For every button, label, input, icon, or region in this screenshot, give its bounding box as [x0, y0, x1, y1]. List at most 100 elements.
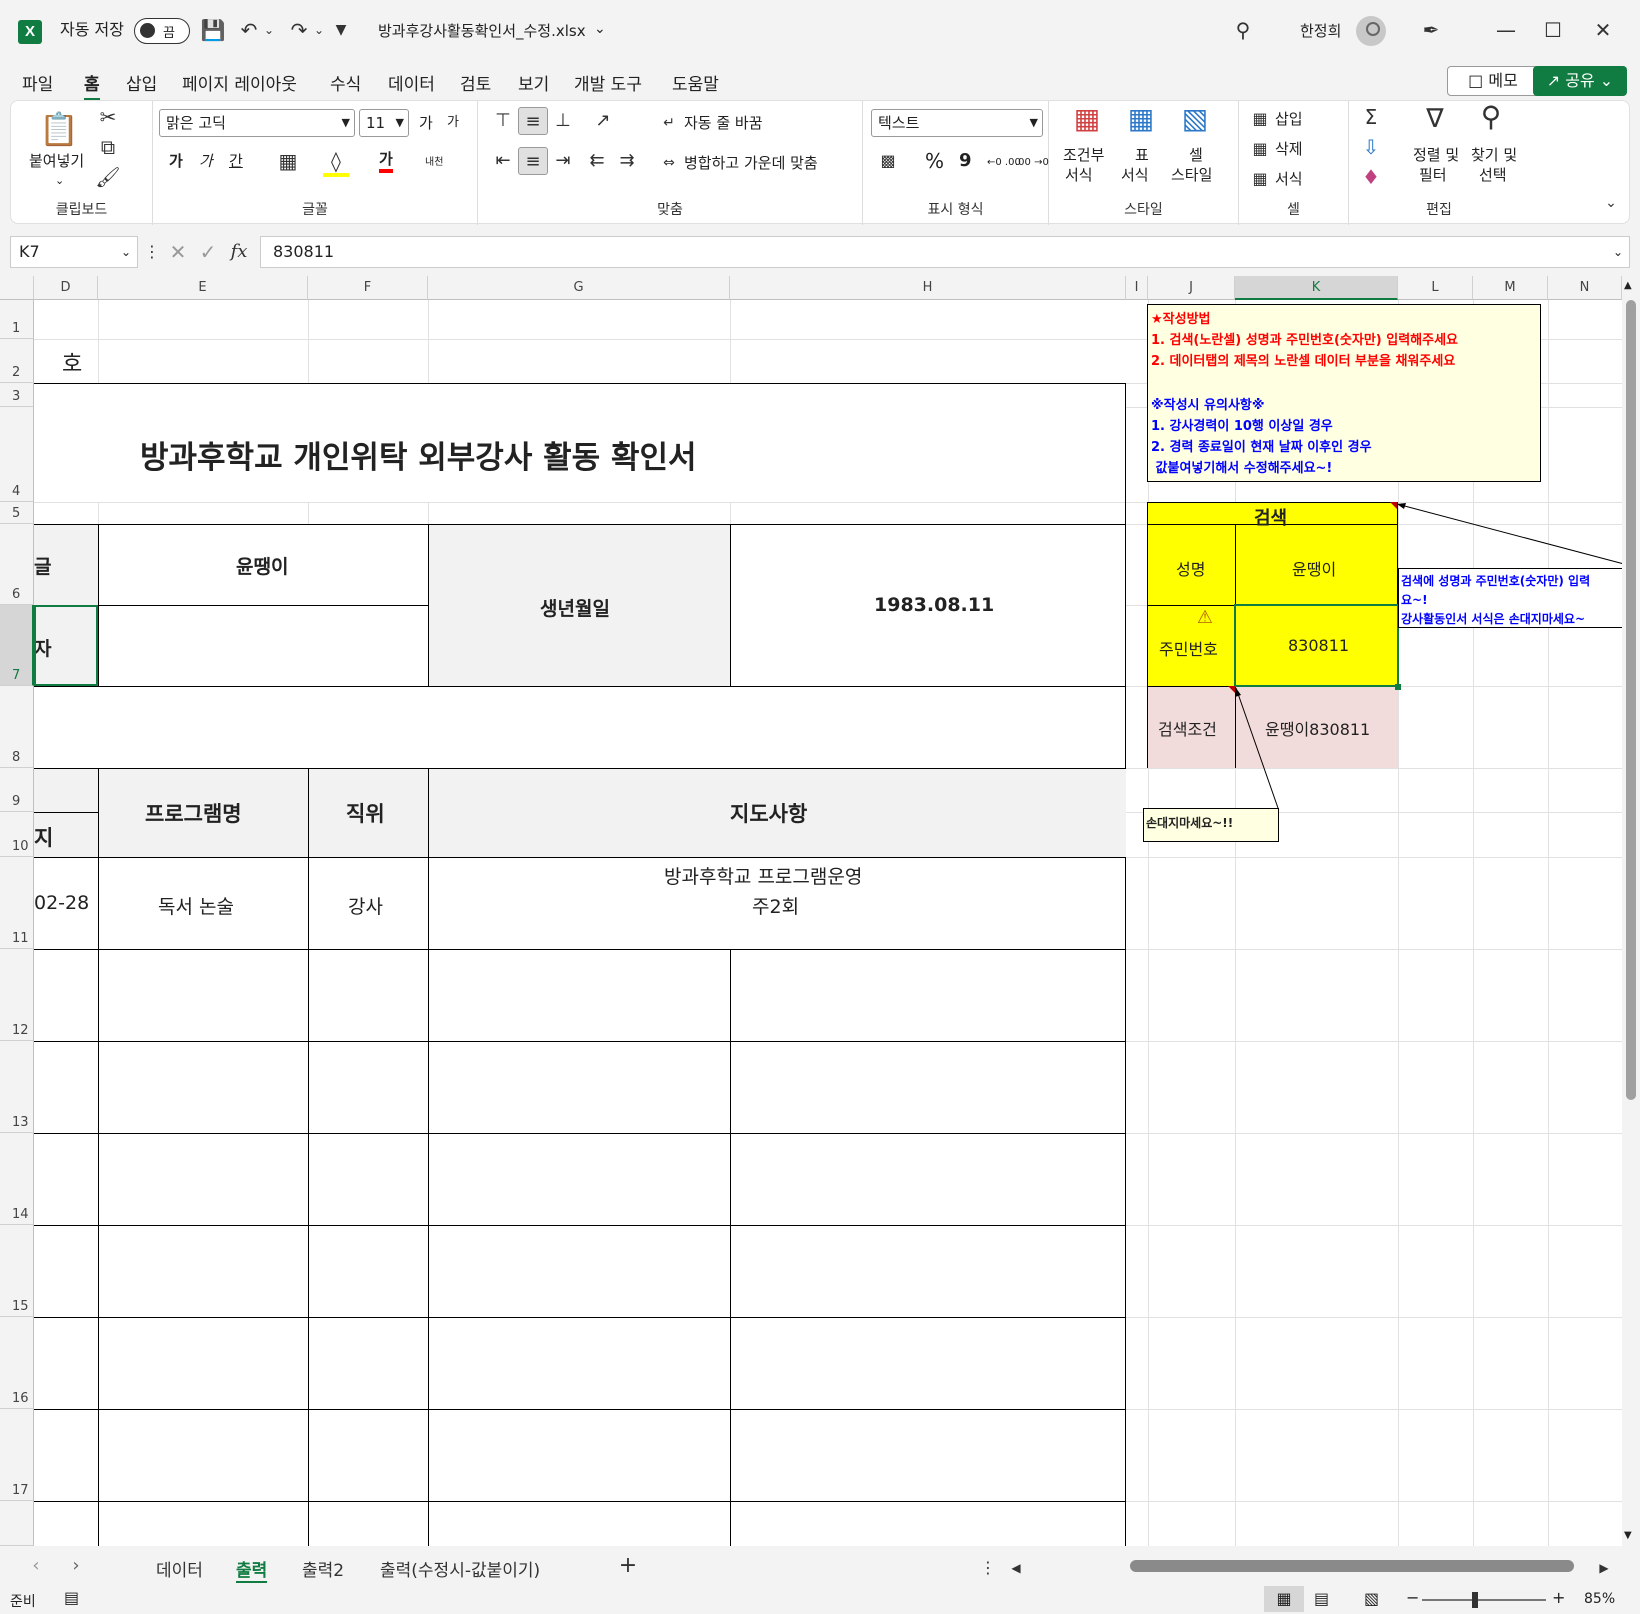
format-painter-icon[interactable]: 🖌 — [95, 165, 121, 189]
fill-icon[interactable]: ⇩ — [1359, 135, 1383, 159]
tab-page-layout[interactable]: 페이지 레이아웃 — [182, 70, 297, 95]
align-left-icon[interactable]: ⇤ — [488, 147, 518, 175]
merge-center-button[interactable]: 병합하고 가운데 맞춤 — [684, 153, 818, 173]
confirm-entry-icon[interactable]: ✓ — [196, 240, 220, 264]
fill-color-icon[interactable]: ◊ — [323, 149, 349, 177]
align-center-icon[interactable]: ≡ — [518, 147, 548, 175]
minimize-icon[interactable]: — — [1493, 18, 1519, 42]
format-cells-icon[interactable]: ▦ — [1249, 167, 1271, 191]
memo-button[interactable]: □ 메모 — [1447, 66, 1539, 96]
vertical-scroll-thumb[interactable] — [1626, 300, 1636, 1100]
zoom-level[interactable]: 85% — [1584, 1591, 1615, 1607]
accessibility-icon[interactable]: ▤ — [64, 1588, 79, 1607]
border-icon[interactable]: ▦ — [275, 149, 301, 173]
tab-review[interactable]: 검토 — [460, 70, 491, 95]
file-name[interactable]: 방과후강사활동확인서_수정.xlsx — [378, 21, 586, 41]
align-bottom-icon[interactable]: ⊥ — [548, 107, 578, 135]
delete-cells-icon[interactable]: ▦ — [1249, 137, 1271, 161]
scroll-down-icon[interactable]: ▼ — [1624, 1530, 1632, 1541]
more-options-icon[interactable]: ⋮ — [980, 1556, 996, 1580]
wrap-text-button[interactable]: 자동 줄 바꿈 — [684, 113, 763, 133]
conditional-format-button[interactable]: 조건부 — [1063, 145, 1104, 165]
add-sheet-icon[interactable]: + — [616, 1554, 640, 1578]
share-button[interactable]: ↗ 공유 ⌄ — [1533, 66, 1627, 96]
cancel-entry-icon[interactable]: ✕ — [166, 240, 190, 264]
sheet-tab-output-edit[interactable]: 출력(수정시-값붙이기) — [380, 1556, 540, 1581]
autosum-icon[interactable]: Σ — [1359, 105, 1383, 129]
normal-view-icon[interactable]: ▦ — [1264, 1586, 1304, 1612]
formula-input[interactable]: 830811 ⌄ — [260, 236, 1630, 268]
format-cells-button[interactable]: 서식 — [1275, 169, 1303, 189]
collapse-ribbon-icon[interactable]: ⌄ — [1601, 191, 1621, 215]
zoom-in-icon[interactable]: + — [1552, 1588, 1565, 1607]
percent-button[interactable]: % — [925, 151, 944, 171]
find-select-icon[interactable]: ⚲ — [1473, 103, 1509, 131]
increase-indent-icon[interactable]: ⇉ — [612, 147, 642, 175]
comma-button[interactable]: 9 — [959, 151, 972, 171]
redo-dropdown-icon[interactable]: ⌄ — [312, 18, 326, 42]
tab-insert[interactable]: 삽입 — [126, 70, 157, 95]
filename-chevron-icon[interactable]: ⌄ — [594, 19, 606, 39]
clear-icon[interactable]: ♦ — [1359, 165, 1383, 189]
page-break-view-icon[interactable]: ▧ — [1364, 1586, 1379, 1612]
align-top-icon[interactable]: ⊤ — [488, 107, 518, 135]
sheet-tab-data[interactable]: 데이터 — [156, 1556, 203, 1581]
sheet-tab-output[interactable]: 출력 — [236, 1556, 268, 1583]
cell-styles-button[interactable]: 셀 — [1189, 145, 1203, 165]
redo-icon[interactable]: ↷ — [286, 18, 312, 42]
find-select-button[interactable]: 찾기 및 — [1471, 145, 1517, 165]
currency-icon[interactable]: ▩ — [875, 149, 901, 173]
next-sheet-icon[interactable]: › — [66, 1554, 86, 1578]
orientation-icon[interactable]: ↗ — [588, 107, 618, 135]
more-options-icon[interactable]: ⋮ — [144, 240, 160, 264]
underline-button[interactable]: 간 — [229, 151, 243, 171]
align-middle-icon[interactable]: ≡ — [518, 107, 548, 135]
copy-icon[interactable]: ⧉ — [95, 135, 121, 159]
bold-button[interactable]: 가 — [169, 151, 183, 171]
scroll-right-icon[interactable]: ▶ — [1596, 1556, 1612, 1580]
search-icon[interactable]: ⚲ — [1230, 18, 1256, 42]
decrease-indent-icon[interactable]: ⇇ — [582, 147, 612, 175]
conditional-format-icon[interactable]: ▦ — [1069, 105, 1105, 141]
paste-button[interactable]: 붙여넣기 — [29, 151, 84, 171]
sort-filter-button[interactable]: 정렬 및 — [1413, 145, 1459, 165]
scroll-up-icon[interactable]: ▲ — [1624, 280, 1632, 291]
pen-icon[interactable]: ✒ — [1418, 18, 1444, 42]
save-icon[interactable]: 💾 — [200, 18, 226, 42]
tab-home[interactable]: 홈 — [84, 70, 100, 101]
sheet-tab-output2[interactable]: 출력2 — [302, 1556, 344, 1581]
autosave-toggle[interactable]: 끔 — [134, 18, 190, 44]
zoom-slider-handle[interactable] — [1472, 1592, 1478, 1608]
page-layout-view-icon[interactable]: ▤ — [1314, 1586, 1329, 1612]
number-format-select[interactable]: 텍스트 ▼ — [871, 109, 1043, 137]
tab-view[interactable]: 보기 — [518, 70, 549, 95]
prev-sheet-icon[interactable]: ‹ — [26, 1554, 46, 1578]
tab-file[interactable]: 파일 — [22, 70, 53, 95]
tab-developer[interactable]: 개발 도구 — [574, 70, 642, 95]
cell-styles-icon[interactable]: ▧ — [1177, 105, 1213, 141]
expand-formula-icon[interactable]: ⌄ — [1613, 237, 1623, 267]
insert-cells-icon[interactable]: ▦ — [1249, 107, 1271, 131]
grow-font-button[interactable]: 가 — [419, 113, 433, 133]
close-icon[interactable]: ✕ — [1590, 18, 1616, 42]
shrink-font-button[interactable]: 가 — [447, 113, 459, 133]
undo-dropdown-icon[interactable]: ⌄ — [262, 18, 276, 42]
font-size-select[interactable]: 11 ▼ — [359, 109, 409, 137]
tab-help[interactable]: 도움말 — [672, 70, 719, 95]
sort-filter-icon[interactable]: ∇ — [1417, 106, 1453, 132]
tab-formulas[interactable]: 수식 — [330, 70, 361, 95]
name-box[interactable]: K7 ⌄ — [10, 236, 138, 268]
insert-function-icon[interactable]: fx — [226, 240, 252, 264]
font-color-button[interactable]: 가 — [379, 149, 393, 173]
horizontal-scroll-thumb[interactable] — [1130, 1560, 1574, 1572]
paste-dropdown-icon[interactable]: ⌄ — [55, 171, 64, 191]
paste-icon[interactable]: 📋 — [39, 109, 79, 149]
font-name-select[interactable]: 맑은 고딕 ▼ — [159, 109, 355, 137]
format-table-icon[interactable]: ▦ — [1123, 105, 1159, 141]
delete-cells-button[interactable]: 삭제 — [1275, 139, 1303, 159]
zoom-out-icon[interactable]: − — [1406, 1588, 1419, 1607]
customize-qat-icon[interactable]: ▼ — [334, 18, 348, 42]
align-right-icon[interactable]: ⇥ — [548, 147, 578, 175]
user-name[interactable]: 한정희 — [1300, 21, 1341, 41]
insert-cells-button[interactable]: 삽입 — [1275, 109, 1303, 129]
